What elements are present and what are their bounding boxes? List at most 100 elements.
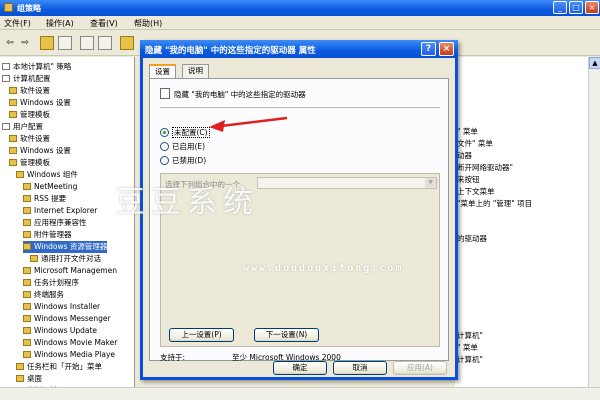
prev-setting-button[interactable]: 上一设置(P): [169, 328, 234, 342]
up-folder-icon[interactable]: [40, 36, 54, 50]
radio-enabled[interactable]: 已启用(E): [160, 141, 205, 152]
folder-icon: [9, 99, 17, 106]
tree-item[interactable]: 软件设置: [9, 85, 50, 97]
tree-item[interactable]: Internet Explorer: [23, 205, 97, 217]
list-item[interactable]: 计算机": [457, 330, 483, 341]
tree-item-label: Microsoft Managemen: [34, 266, 117, 275]
export-list-icon[interactable]: [80, 36, 94, 50]
list-item[interactable]: 文件" 菜单: [457, 138, 493, 149]
menu-view[interactable]: 查看(V): [90, 18, 118, 29]
scroll-up-icon[interactable]: ▲: [589, 57, 600, 69]
dialog-title: 隐藏 "我的电脑" 中的这些指定的驱动器 属性: [145, 46, 316, 56]
menu-help[interactable]: 帮助(H): [134, 18, 162, 29]
list-item[interactable]: 的驱动器: [457, 233, 487, 244]
folder-icon: [23, 351, 31, 358]
folder-icon: [16, 363, 24, 370]
tree-item[interactable]: Windows Update: [23, 325, 97, 337]
forward-arrow-icon[interactable]: ⇨: [18, 36, 32, 50]
tree-item-label: 管理模板: [20, 158, 50, 167]
tree-item-label: 通用打开文件对话: [41, 254, 101, 263]
tree-item[interactable]: RSS 提要: [23, 193, 66, 205]
next-setting-button[interactable]: 下一设置(N): [254, 328, 319, 342]
tree-item[interactable]: Windows Installer: [23, 301, 100, 313]
menu-action[interactable]: 操作(A): [46, 18, 74, 29]
tree-item[interactable]: 软件设置: [9, 133, 50, 145]
list-item[interactable]: 上下文菜单: [457, 186, 495, 197]
tree-item[interactable]: 本地计算机" 策略: [2, 61, 71, 73]
tree-item[interactable]: 任务栏和「开始」菜单: [16, 361, 102, 373]
tree-item-label: 管理模板: [20, 110, 50, 119]
tree-item[interactable]: 用户配置: [2, 121, 43, 133]
vertical-scrollbar[interactable]: ▲: [588, 57, 600, 387]
watermark-url: www.doudouxitong.com: [243, 263, 404, 274]
tree-item[interactable]: 管理模板: [9, 109, 50, 121]
show-hide-tree-icon[interactable]: [58, 36, 72, 50]
tab-settings[interactable]: 设置: [149, 64, 176, 79]
tree-item[interactable]: 通用打开文件对话: [30, 253, 101, 265]
list-item[interactable]: 来按钮: [457, 174, 480, 185]
tree-item[interactable]: 计算机配置: [2, 73, 51, 85]
tree-item[interactable]: Windows 设置: [9, 145, 71, 157]
folder-icon: [23, 207, 31, 214]
tree-item[interactable]: 管理模板: [9, 157, 50, 169]
settings-list[interactable]: " 菜单 文件" 菜单 动器 断开网络驱动器" 来按钮 上下文菜单 "菜单上的 "管理" 项…: [455, 57, 600, 400]
tree-item-label: 任务栏和「开始」菜单: [27, 362, 102, 371]
tree-item[interactable]: 任务计划程序: [23, 277, 79, 289]
back-arrow-icon[interactable]: ⇦: [3, 36, 17, 50]
list-item[interactable]: 计算机": [457, 354, 483, 365]
policy-page-icon: [2, 63, 10, 70]
tab-explain[interactable]: 说明: [182, 64, 209, 78]
list-item[interactable]: 断开网络驱动器": [457, 162, 513, 173]
tree-item[interactable]: Windows Messenger: [23, 313, 111, 325]
list-item[interactable]: "菜单上的 "管理" 项目: [457, 198, 532, 209]
filter-icon[interactable]: [120, 36, 134, 50]
tree-item[interactable]: Windows 组件: [16, 169, 78, 181]
radio-disabled-dot[interactable]: [160, 156, 169, 165]
tree-item[interactable]: Windows Media Playe: [23, 349, 115, 361]
tree-item[interactable]: 应用程序兼容性: [23, 217, 87, 229]
radio-disabled[interactable]: 已禁用(D): [160, 155, 206, 166]
folder-icon: [23, 291, 31, 298]
maximize-button[interactable]: □: [569, 1, 583, 14]
menu-file[interactable]: 文件(F): [4, 18, 31, 29]
apply-button[interactable]: 应用(A): [393, 361, 447, 375]
tree-item[interactable]: Microsoft Managemen: [23, 265, 117, 277]
list-item[interactable]: " 菜单: [457, 342, 478, 353]
group-policy-icon: [4, 3, 13, 12]
chevron-down-icon[interactable]: ▼: [425, 178, 436, 188]
policy-tree[interactable]: 本地计算机" 策略 计算机配置 软件设置 Windows 设置 管理模板 用户配置 软件设置…: [0, 57, 135, 400]
close-button[interactable]: ×: [585, 1, 599, 14]
tree-item-label: 附件管理器: [34, 230, 72, 239]
policy-page-icon: [2, 75, 10, 82]
dialog-title-bar[interactable]: 隐藏 "我的电脑" 中的这些指定的驱动器 属性 ? ×: [140, 40, 458, 58]
tree-item[interactable]: 桌面: [16, 373, 42, 385]
main-title-bar[interactable]: 组策略 _ □ ×: [0, 0, 600, 16]
dialog-help-button[interactable]: ?: [421, 42, 436, 56]
tree-item[interactable]: Windows 设置: [9, 97, 71, 109]
horizontal-scrollbar[interactable]: [0, 387, 600, 400]
tree-item-label: 任务计划程序: [34, 278, 79, 287]
tree-item[interactable]: 终端服务: [23, 289, 64, 301]
cancel-button[interactable]: 取消: [333, 361, 387, 375]
minimize-button[interactable]: _: [553, 1, 567, 14]
tree-item-label: 软件设置: [20, 134, 50, 143]
tree-item-label: Windows 资源管理器: [34, 242, 108, 251]
menu-bar: 文件(F) 操作(A) 查看(V) 帮助(H): [0, 16, 600, 30]
folder-icon: [23, 303, 31, 310]
tree-item[interactable]: Windows Movie Maker: [23, 337, 117, 349]
properties-icon[interactable]: [98, 36, 112, 50]
dialog-close-button[interactable]: ×: [439, 42, 454, 56]
policy-name: 隐藏 "我的电脑" 中的这些指定的驱动器: [174, 90, 306, 99]
tree-item-label: Windows 组件: [27, 170, 78, 179]
tree-item[interactable]: Windows 资源管理器: [23, 241, 108, 253]
radio-enabled-dot[interactable]: [160, 142, 169, 151]
tree-item[interactable]: 附件管理器: [23, 229, 72, 241]
tree-item[interactable]: NetMeeting: [23, 181, 77, 193]
list-item[interactable]: " 菜单: [457, 126, 478, 137]
tree-item-label: 用户配置: [13, 122, 43, 131]
ok-button[interactable]: 确定: [273, 361, 327, 375]
list-item[interactable]: 动器: [457, 150, 472, 161]
radio-not-configured-dot[interactable]: [160, 128, 169, 137]
radio-not-configured[interactable]: 未配置(C): [160, 127, 210, 138]
drive-combo-select[interactable]: ▼: [257, 177, 437, 189]
